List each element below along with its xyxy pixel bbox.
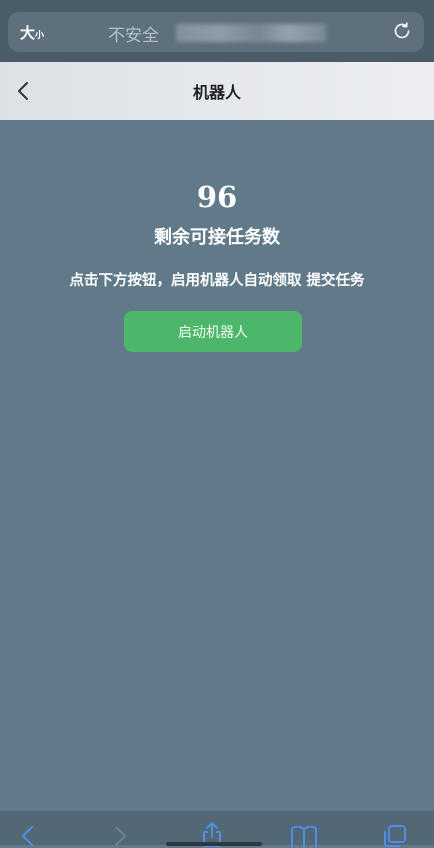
page-title: 机器人	[192, 83, 241, 102]
back-icon[interactable]	[18, 825, 38, 847]
blurred-url	[176, 24, 326, 42]
address-bar[interactable]: 大小 不安全	[8, 12, 424, 52]
tabs-icon[interactable]	[382, 824, 408, 848]
browser-address-area: 大小 不安全	[0, 0, 434, 62]
text-size-button[interactable]: 大小	[20, 22, 44, 43]
task-count-label: 剩余可接任务数	[154, 227, 280, 248]
start-robot-button[interactable]: 启动机器人	[124, 311, 302, 352]
text-size-large: 大	[20, 24, 36, 42]
forward-icon[interactable]	[110, 825, 130, 847]
page-header: 机器人	[0, 62, 434, 120]
reload-icon[interactable]	[390, 19, 414, 43]
home-indicator	[166, 842, 262, 846]
task-count: 96	[196, 180, 238, 214]
text-size-small: 小	[35, 31, 45, 41]
instruction-text: 点击下方按钮，启用机器人自动领取 提交任务	[69, 273, 365, 289]
security-label: 不安全	[108, 26, 159, 46]
bookmarks-icon[interactable]	[290, 824, 318, 848]
browser-toolbar	[0, 811, 434, 848]
